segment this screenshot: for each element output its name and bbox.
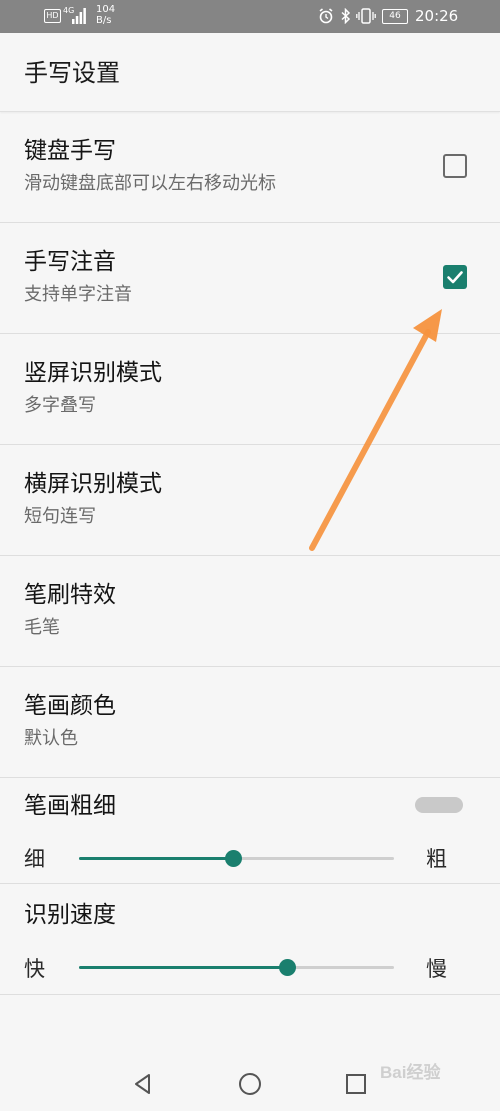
stroke-thickness-slider[interactable] <box>79 850 394 867</box>
slider-fill <box>79 966 287 969</box>
setting-brush-effect[interactable]: 笔刷特效 毛笔 <box>0 556 500 667</box>
battery-icon: 46 <box>382 9 408 24</box>
recents-icon[interactable] <box>342 1070 370 1098</box>
signal-icon <box>72 8 86 24</box>
network-speed: 104 B/s <box>96 4 115 26</box>
speed-value: 104 <box>96 4 116 15</box>
setting-subtitle: 滑动键盘底部可以左右移动光标 <box>24 173 276 194</box>
speed-unit: B/s <box>96 15 112 26</box>
setting-title: 竖屏识别模式 <box>24 360 162 386</box>
slider-max-label: 慢 <box>426 957 447 981</box>
setting-handwriting-pinyin[interactable]: 手写注音 支持单字注音 <box>0 223 500 334</box>
recognition-speed-label: 识别速度 <box>24 902 116 928</box>
slider-thumb[interactable] <box>279 959 296 976</box>
setting-title: 笔刷特效 <box>24 582 116 608</box>
setting-title: 手写注音 <box>24 249 116 275</box>
watermark: Bai经验 <box>380 1063 441 1082</box>
stroke-thickness-label: 笔画粗细 <box>24 793 116 819</box>
setting-keyboard-handwriting[interactable]: 键盘手写 滑动键盘底部可以左右移动光标 <box>0 112 500 223</box>
stroke-preview <box>415 797 463 813</box>
setting-title: 键盘手写 <box>24 138 116 164</box>
hd-icon: HD <box>44 9 61 23</box>
check-icon <box>447 271 463 284</box>
setting-title: 笔画颜色 <box>24 693 116 719</box>
back-icon[interactable] <box>129 1070 157 1098</box>
slider-min-label: 细 <box>24 847 45 871</box>
setting-subtitle: 默认色 <box>24 728 78 749</box>
home-icon[interactable] <box>236 1070 264 1098</box>
handwriting-pinyin-checkbox[interactable] <box>443 265 467 289</box>
setting-subtitle: 支持单字注音 <box>24 284 132 305</box>
clock: 20:26 <box>415 7 459 25</box>
setting-title: 横屏识别模式 <box>24 471 162 497</box>
vibrate-icon <box>356 8 376 24</box>
alarm-icon <box>319 8 333 24</box>
setting-subtitle: 短句连写 <box>24 506 96 527</box>
slider-max-label: 粗 <box>426 847 447 871</box>
navigation-bar: Bai经验 <box>0 1058 500 1111</box>
setting-portrait-recognition-mode[interactable]: 竖屏识别模式 多字叠写 <box>0 334 500 445</box>
app-header: 手写设置 <box>0 33 500 112</box>
page-title: 手写设置 <box>24 59 120 87</box>
setting-stroke-color[interactable]: 笔画颜色 默认色 <box>0 667 500 778</box>
bluetooth-icon <box>341 8 351 24</box>
status-bar: HD 4G 104 B/s 46 20:26 <box>0 0 500 33</box>
recognition-speed-slider[interactable] <box>79 959 394 976</box>
keyboard-handwriting-checkbox[interactable] <box>443 154 467 178</box>
slider-min-label: 快 <box>24 957 45 981</box>
slider-fill <box>79 857 233 860</box>
setting-subtitle: 多字叠写 <box>24 395 96 416</box>
setting-landscape-recognition-mode[interactable]: 横屏识别模式 短句连写 <box>0 445 500 556</box>
divider <box>0 994 500 995</box>
slider-thumb[interactable] <box>225 850 242 867</box>
setting-subtitle: 毛笔 <box>24 617 60 638</box>
